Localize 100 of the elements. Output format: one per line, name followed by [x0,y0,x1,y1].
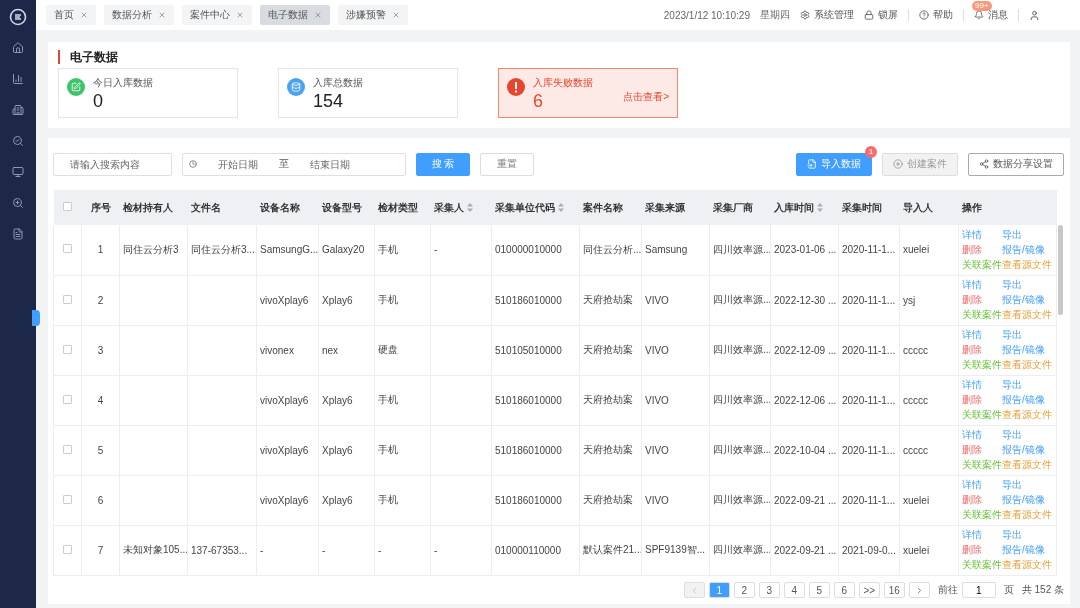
page-tab[interactable]: 案件中心 [182,5,252,25]
action-link[interactable]: 删除 [962,493,1002,508]
action-link[interactable]: 关联案件 [962,308,1002,323]
next-page-button[interactable] [908,582,930,598]
action-link[interactable]: 关联案件 [962,458,1002,473]
table-cell: VIVO [645,444,669,456]
action-link[interactable]: 导出 [1002,227,1054,242]
row-checkbox[interactable] [63,394,72,404]
close-icon[interactable] [158,11,166,19]
action-link[interactable]: 查看源文件 [1002,257,1054,272]
table-cell: 4 [97,394,104,406]
action-link[interactable]: 删除 [962,443,1002,458]
action-link[interactable]: 报告/镜像 [1002,242,1054,257]
search-field[interactable]: 请输入搜索内容 [53,152,172,176]
header-link[interactable]: 锁屏 [864,8,898,22]
action-link[interactable]: 详情 [962,428,1002,443]
row-checkbox[interactable] [63,294,72,304]
table-cell: 2023-01-06 ... [774,244,837,256]
table-cell: VIVO [645,294,669,306]
action-link[interactable]: 报告/镜像 [1002,543,1054,558]
close-icon[interactable] [392,11,400,19]
action-link[interactable]: 详情 [962,278,1002,293]
action-link[interactable]: 查看源文件 [1002,508,1054,523]
action-link[interactable]: 报告/镜像 [1002,343,1054,358]
action-link[interactable]: 查看源文件 [1002,308,1054,323]
action-link[interactable]: 导出 [1002,378,1054,393]
action-link[interactable]: 关联案件 [962,508,1002,523]
action-link[interactable]: 删除 [962,393,1002,408]
action-link[interactable]: 报告/镜像 [1002,443,1054,458]
page-tab[interactable]: 电子数据 [260,5,330,25]
action-link[interactable]: 关联案件 [962,558,1002,573]
action-link[interactable]: 详情 [962,528,1002,543]
search-button[interactable]: 搜 索 [416,152,470,176]
share-settings-button[interactable]: 数据分享设置 [968,152,1064,176]
action-link[interactable]: 删除 [962,343,1002,358]
action-link[interactable]: 删除 [962,293,1002,308]
action-link[interactable]: 导出 [1002,478,1054,493]
row-checkbox[interactable] [63,244,72,254]
action-link[interactable]: 关联案件 [962,408,1002,423]
action-link[interactable]: 详情 [962,378,1002,393]
page-title: 电子数据 [58,50,1060,64]
page-tab[interactable]: 数据分析 [104,5,174,25]
action-link[interactable]: 报告/镜像 [1002,493,1054,508]
date-range-field[interactable]: 开始日期 至 结束日期 [182,152,406,176]
action-link[interactable]: 关联案件 [962,257,1002,272]
header-link[interactable]: 消息 [974,8,1008,22]
table-cell: vivoXplay6 [260,444,309,456]
row-checkbox[interactable] [63,444,72,454]
column-header[interactable]: 采集单位代码 [491,190,580,225]
header-link[interactable]: 系统管理 [800,8,854,22]
page-button[interactable]: 6 [833,582,855,598]
column-header[interactable]: 采集人 [430,190,492,225]
action-link[interactable]: 查看源文件 [1002,458,1054,473]
action-link[interactable]: 删除 [962,543,1002,558]
close-icon[interactable] [236,11,244,19]
action-link[interactable]: 导出 [1002,278,1054,293]
action-link[interactable]: 详情 [962,478,1002,493]
view-link[interactable]: 点击查看> [623,90,669,104]
column-header[interactable]: 入库时间 [770,190,839,225]
page-button[interactable]: 1 [708,582,730,598]
page-button[interactable]: 16 [883,582,905,598]
action-link[interactable]: 报告/镜像 [1002,393,1054,408]
action-link[interactable]: 删除 [962,242,1002,257]
action-link[interactable]: 导出 [1002,428,1054,443]
logo-icon [9,8,27,26]
reset-button[interactable]: 重置 [480,152,534,176]
action-link[interactable]: 详情 [962,328,1002,343]
page-tab[interactable]: 首页 [46,5,96,25]
close-icon[interactable] [314,11,322,19]
page-input[interactable]: 1 [961,582,996,598]
action-link[interactable]: 报告/镜像 [1002,293,1054,308]
row-checkbox[interactable] [63,494,72,504]
sort-icon[interactable] [558,203,564,213]
select-all-checkbox[interactable] [62,202,72,211]
header-link[interactable]: 帮助 [919,8,953,22]
action-link[interactable]: 查看源文件 [1002,358,1054,373]
page-button[interactable]: 2 [733,582,755,598]
page-button[interactable]: 5 [808,582,830,598]
page-button[interactable]: >> [858,582,880,598]
sort-icon[interactable] [467,203,473,213]
action-link[interactable]: 导出 [1002,528,1054,543]
action-link[interactable]: 关联案件 [962,358,1002,373]
page-button[interactable]: 3 [758,582,780,598]
row-checkbox[interactable] [63,544,72,554]
column-header: 导入人 [899,190,959,225]
close-icon[interactable] [80,11,88,19]
scrollbar[interactable] [1058,225,1063,315]
sort-icon[interactable] [817,203,823,213]
action-link[interactable]: 查看源文件 [1002,558,1054,573]
action-link[interactable]: 导出 [1002,328,1054,343]
row-checkbox[interactable] [63,344,72,354]
page-tab[interactable]: 涉嫌预警 [338,5,408,25]
collapse-handle[interactable] [32,310,40,326]
table-cell: - [434,244,438,256]
action-link[interactable]: 详情 [962,227,1002,242]
user-icon[interactable] [1029,9,1040,21]
page-button[interactable]: 4 [783,582,805,598]
action-link[interactable]: 查看源文件 [1002,408,1054,423]
column-header: 检材类型 [374,190,431,225]
table-cell: 天府抢劫案 [583,444,633,456]
